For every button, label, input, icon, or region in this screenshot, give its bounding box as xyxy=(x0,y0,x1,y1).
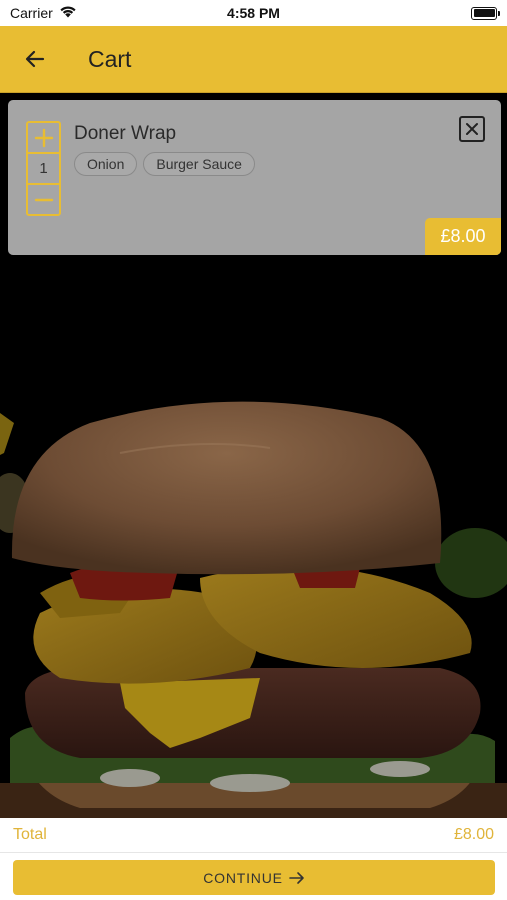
cart-footer: Total £8.00 CONTINUE xyxy=(0,818,507,900)
total-value: £8.00 xyxy=(453,826,494,843)
quantity-value: 1 xyxy=(28,152,59,185)
back-button[interactable] xyxy=(12,36,58,82)
status-right xyxy=(471,6,500,20)
minus-icon xyxy=(34,198,53,201)
item-options: Onion Burger Sauce xyxy=(74,152,255,176)
page-title: Cart xyxy=(88,45,132,72)
close-icon xyxy=(466,123,478,135)
increase-quantity-button[interactable] xyxy=(28,123,59,152)
plus-icon xyxy=(34,128,53,147)
item-name: Doner Wrap xyxy=(74,123,177,144)
arrow-right-icon xyxy=(288,871,304,884)
carrier-label: Carrier xyxy=(10,5,53,21)
battery-icon xyxy=(471,6,500,20)
cart-item-card: 1 Doner Wrap Onion Burger Sauce £8.00 xyxy=(8,100,501,255)
total-row: Total £8.00 xyxy=(0,818,507,853)
remove-item-button[interactable] xyxy=(459,116,485,142)
continue-button[interactable]: CONTINUE xyxy=(13,860,495,895)
wifi-icon xyxy=(59,5,77,21)
app-header: Cart xyxy=(0,26,507,93)
item-price: £8.00 xyxy=(425,218,501,255)
arrow-left-icon xyxy=(25,50,45,68)
continue-label: CONTINUE xyxy=(203,869,283,886)
decrease-quantity-button[interactable] xyxy=(28,185,59,214)
option-chip: Onion xyxy=(74,152,138,176)
status-left: Carrier xyxy=(10,5,77,21)
total-label: Total xyxy=(13,826,47,843)
quantity-stepper: 1 xyxy=(26,121,61,216)
option-chip: Burger Sauce xyxy=(143,152,255,176)
status-bar: Carrier 4:58 PM xyxy=(0,0,507,26)
